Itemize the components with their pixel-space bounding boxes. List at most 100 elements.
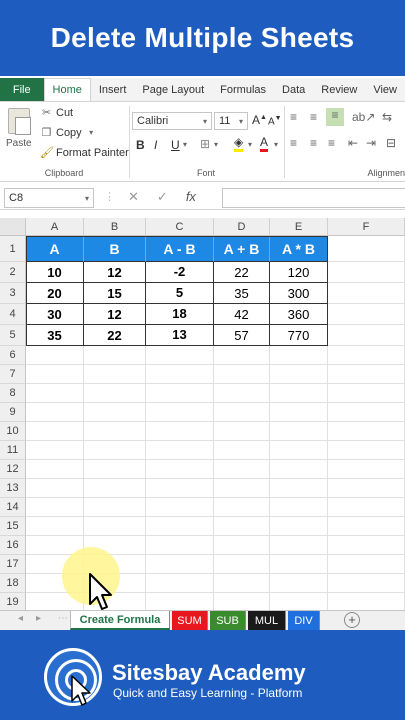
cell-f19[interactable] (328, 593, 405, 610)
cell-f9[interactable] (328, 403, 405, 422)
cell-d14[interactable] (214, 498, 270, 517)
chevron-down-icon[interactable]: ▾ (274, 140, 278, 149)
row-header-4[interactable]: 4 (0, 304, 26, 325)
cut-button[interactable]: ✂ Cut (40, 106, 73, 120)
sheet-tab-sum[interactable]: SUM (172, 611, 208, 630)
format-painter-button[interactable]: 🖌 Format Painter (40, 146, 129, 160)
cell-f3[interactable] (328, 283, 405, 304)
add-sheet-button[interactable]: + (344, 612, 360, 628)
cell-e18[interactable] (270, 574, 328, 593)
select-all-corner[interactable] (0, 218, 26, 236)
borders-icon[interactable]: ⊞ (200, 137, 210, 151)
row-header-7[interactable]: 7 (0, 365, 26, 384)
column-header-a[interactable]: A (26, 218, 84, 236)
cell-c18[interactable] (146, 574, 214, 593)
align-left-icon[interactable]: ≡ (290, 136, 297, 150)
cell-d19[interactable] (214, 593, 270, 610)
scroll-right-icon[interactable]: ▸ (36, 613, 41, 624)
cell-c6[interactable] (146, 346, 214, 365)
row-header-15[interactable]: 15 (0, 517, 26, 536)
chevron-down-icon[interactable]: ▾ (183, 140, 187, 149)
cell-f12[interactable] (328, 460, 405, 479)
wrap-text-icon[interactable]: ⇆ (382, 110, 392, 124)
scroll-left-icon[interactable]: ◂ (18, 613, 23, 624)
table-header-cell[interactable]: A (26, 236, 84, 262)
grow-font-icon[interactable]: A▲ (252, 113, 267, 127)
cell-b15[interactable] (84, 517, 146, 536)
cell-d13[interactable] (214, 479, 270, 498)
table-cell[interactable]: 300 (270, 283, 328, 304)
cell-f1[interactable] (328, 236, 405, 262)
row-header-9[interactable]: 9 (0, 403, 26, 422)
cell-f17[interactable] (328, 555, 405, 574)
cell-f6[interactable] (328, 346, 405, 365)
table-cell[interactable]: 770 (270, 325, 328, 346)
table-cell[interactable]: 5 (146, 283, 214, 304)
row-header-18[interactable]: 18 (0, 574, 26, 593)
font-color-icon[interactable]: A (260, 135, 269, 152)
row-header-1[interactable]: 1 (0, 236, 26, 262)
sheet-tab-div[interactable]: DIV (288, 611, 320, 630)
underline-button[interactable]: U (171, 138, 180, 152)
cell-b12[interactable] (84, 460, 146, 479)
cell-f13[interactable] (328, 479, 405, 498)
cell-e11[interactable] (270, 441, 328, 460)
cell-e10[interactable] (270, 422, 328, 441)
cell-e19[interactable] (270, 593, 328, 610)
row-header-2[interactable]: 2 (0, 262, 26, 283)
cell-a15[interactable] (26, 517, 84, 536)
cell-a12[interactable] (26, 460, 84, 479)
sheet-tab-sub[interactable]: SUB (210, 611, 246, 630)
table-cell[interactable]: 35 (26, 325, 84, 346)
table-cell[interactable]: 22 (214, 262, 270, 283)
cell-c19[interactable] (146, 593, 214, 610)
cell-c8[interactable] (146, 384, 214, 403)
row-header-5[interactable]: 5 (0, 325, 26, 346)
cell-a9[interactable] (26, 403, 84, 422)
cell-d10[interactable] (214, 422, 270, 441)
align-bottom-icon[interactable]: ≡ (326, 108, 344, 126)
cell-f7[interactable] (328, 365, 405, 384)
cell-a13[interactable] (26, 479, 84, 498)
cell-c11[interactable] (146, 441, 214, 460)
table-header-cell[interactable]: A - B (146, 236, 214, 262)
cell-f4[interactable] (328, 304, 405, 325)
table-cell[interactable]: 10 (26, 262, 84, 283)
tab-formulas[interactable]: Formulas (212, 78, 274, 101)
cell-c12[interactable] (146, 460, 214, 479)
cell-e17[interactable] (270, 555, 328, 574)
tab-home[interactable]: Home (43, 78, 91, 101)
table-cell[interactable]: 30 (26, 304, 84, 325)
column-header-c[interactable]: C (146, 218, 214, 236)
cell-a11[interactable] (26, 441, 84, 460)
table-cell[interactable]: 42 (214, 304, 270, 325)
cell-f5[interactable] (328, 325, 405, 346)
row-header-12[interactable]: 12 (0, 460, 26, 479)
tab-page-layout[interactable]: Page Layout (134, 78, 212, 101)
row-header-16[interactable]: 16 (0, 536, 26, 555)
cell-d15[interactable] (214, 517, 270, 536)
cell-b7[interactable] (84, 365, 146, 384)
table-cell[interactable]: -2 (146, 262, 214, 283)
paste-icon[interactable] (8, 108, 31, 135)
table-cell[interactable]: 15 (84, 283, 146, 304)
column-header-b[interactable]: B (84, 218, 146, 236)
cell-b13[interactable] (84, 479, 146, 498)
cell-d12[interactable] (214, 460, 270, 479)
table-cell[interactable]: 22 (84, 325, 146, 346)
cell-e15[interactable] (270, 517, 328, 536)
cell-e8[interactable] (270, 384, 328, 403)
table-cell[interactable]: 13 (146, 325, 214, 346)
cell-a6[interactable] (26, 346, 84, 365)
cell-b14[interactable] (84, 498, 146, 517)
table-cell[interactable]: 12 (84, 262, 146, 283)
merge-center-icon[interactable]: ⊟ (386, 136, 396, 150)
cell-b9[interactable] (84, 403, 146, 422)
name-box[interactable]: C8 ▾ (4, 188, 94, 208)
table-cell[interactable]: 120 (270, 262, 328, 283)
row-header-13[interactable]: 13 (0, 479, 26, 498)
cell-f8[interactable] (328, 384, 405, 403)
table-header-cell[interactable]: A * B (270, 236, 328, 262)
sheet-tab-mul[interactable]: MUL (248, 611, 286, 630)
tab-view[interactable]: View (365, 78, 405, 101)
